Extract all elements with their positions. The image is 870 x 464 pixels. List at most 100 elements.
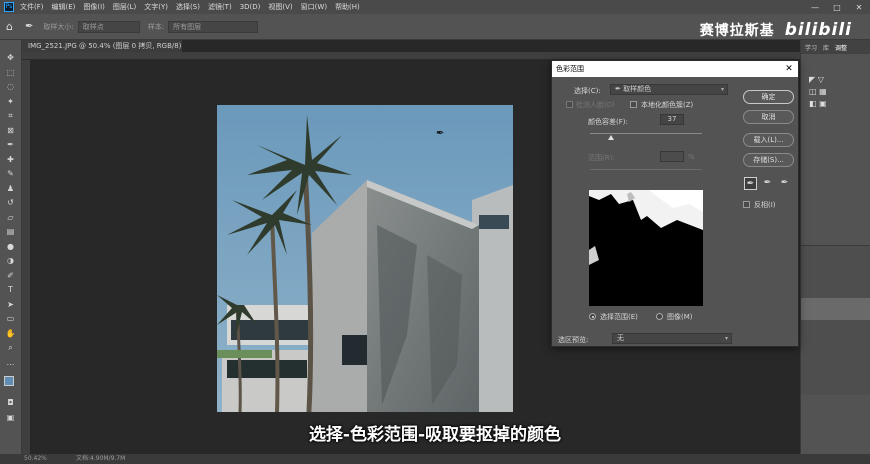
localized-clusters-checkbox[interactable] <box>630 101 637 108</box>
gradient-tool-icon[interactable]: ▤ <box>4 226 18 239</box>
fuzziness-slider-thumb[interactable] <box>608 135 614 140</box>
menu-select[interactable]: 选择(S) <box>176 2 200 12</box>
eyedropper-plus-icon[interactable]: ✒ <box>761 177 774 190</box>
eyedropper-minus-icon[interactable]: ✒ <box>778 177 791 190</box>
move-tool-icon[interactable]: ✥ <box>4 52 18 65</box>
lasso-tool-icon[interactable]: ◌ <box>4 81 18 94</box>
menu-type[interactable]: 文字(Y) <box>144 2 168 12</box>
invert-label: 反相(I) <box>754 201 776 209</box>
invert-checkbox[interactable] <box>743 201 750 208</box>
magic-wand-tool-icon[interactable]: ✦ <box>4 96 18 109</box>
eyedropper-tool-icon[interactable]: ✒ <box>25 21 33 32</box>
close-icon[interactable]: ✕ <box>780 61 798 77</box>
dodge-tool-icon[interactable]: ◑ <box>4 255 18 268</box>
zoom-level[interactable]: 50.42% <box>24 454 47 464</box>
load-button[interactable]: 载入(L)... <box>743 133 794 147</box>
panel-tabs: 学习 库 调整 <box>801 40 870 54</box>
fuzziness-slider-track[interactable] <box>590 133 702 134</box>
menu-3d[interactable]: 3D(D) <box>240 3 261 11</box>
clone-stamp-icon[interactable]: ♟ <box>4 183 18 196</box>
maximize-button[interactable]: □ <box>826 3 848 12</box>
more-tools-icon[interactable]: … <box>4 357 18 370</box>
save-button[interactable]: 存储(S)... <box>743 153 794 167</box>
home-icon[interactable]: ⌂ <box>6 20 13 33</box>
preview-dropdown[interactable]: 无 ▾ <box>612 333 732 344</box>
close-window-button[interactable]: ✕ <box>848 3 870 12</box>
path-selection-icon[interactable]: ➤ <box>4 299 18 312</box>
horizontal-ruler <box>22 52 800 60</box>
localized-clusters-label: 本地化颜色簇(Z) <box>641 101 694 109</box>
rectangle-tool-icon[interactable]: ▭ <box>4 313 18 326</box>
zoom-tool-icon[interactable]: ⌕ <box>4 342 18 355</box>
eyedropper-icon[interactable]: ✒ <box>744 177 757 190</box>
levels-icon[interactable]: ◤ ▽ <box>809 75 824 84</box>
document-tab[interactable]: IMG_2521.JPG @ 50.4% (图层 0 拷贝, RGB/8) * <box>22 40 182 62</box>
bilibili-logo: bilibili <box>784 20 852 40</box>
window-controls: — □ ✕ <box>804 3 870 12</box>
sample-eyedropper-icon: ✒ <box>615 85 624 93</box>
range-unit: % <box>688 153 695 161</box>
eyedropper-icon[interactable]: ✒ <box>4 139 18 152</box>
layers-panel <box>801 245 870 395</box>
image-radio[interactable] <box>656 313 663 320</box>
preview-value: 无 <box>617 334 624 342</box>
frame-tool-icon[interactable]: ⊠ <box>4 125 18 138</box>
sample-size-label: 取样大小: <box>43 22 74 31</box>
dialog-titlebar: 色彩范围 ✕ <box>552 61 798 77</box>
invert-icon[interactable]: ◧ ▣ <box>809 99 827 108</box>
watermark-author: 赛博拉斯基 <box>699 23 775 39</box>
crop-tool-icon[interactable]: ⌗ <box>4 110 18 123</box>
menu-image[interactable]: 图像(I) <box>83 2 105 12</box>
tab-adjustments[interactable]: 调整 <box>835 43 847 52</box>
selection-radio[interactable] <box>589 313 596 320</box>
selection-preview <box>589 190 703 306</box>
menu-filter[interactable]: 滤镜(T) <box>208 2 232 12</box>
canvas-image[interactable] <box>217 105 513 412</box>
select-dropdown[interactable]: ✒ 取样颜色 ▾ <box>610 84 728 95</box>
hand-tool-icon[interactable]: ✋ <box>4 328 18 341</box>
healing-brush-icon[interactable]: ✚ <box>4 154 18 167</box>
marquee-tool-icon[interactable]: ⬚ <box>4 67 18 80</box>
color-range-dialog: 色彩范围 ✕ 选择(C): ✒ 取样颜色 ▾ 检测人脸(D) 本地化颜色簇(Z) … <box>551 60 799 347</box>
select-label: 选择(C): <box>574 87 601 95</box>
sample-size-select[interactable]: 取样点 <box>77 20 140 33</box>
chevron-down-icon: ▾ <box>720 86 724 93</box>
fuzziness-input[interactable]: 37 <box>660 114 684 125</box>
tab-learn[interactable]: 学习 <box>805 43 817 52</box>
type-tool-icon[interactable]: T <box>4 284 18 297</box>
menu-edit[interactable]: 编辑(E) <box>52 2 76 12</box>
quick-mask-icon[interactable]: ◘ <box>4 397 18 410</box>
video-subtitle: 选择-色彩范围-吸取要抠掉的颜色 <box>308 425 562 445</box>
menu-file[interactable]: 文件(F) <box>20 2 44 12</box>
ok-button[interactable]: 确定 <box>743 90 794 104</box>
tools-panel: ✥ ⬚ ◌ ✦ ⌗ ⊠ ✒ ✚ ✎ ♟ ↺ ▱ ▤ ● ◑ ✐ T ➤ ▭ ✋ … <box>0 40 22 454</box>
adjustments-icons: ◤ ▽ ◫ ▦ ◧ ▣ <box>809 74 839 110</box>
range-input[interactable] <box>660 151 684 162</box>
tab-libraries[interactable]: 库 <box>823 43 829 52</box>
fuzziness-label: 颜色容差(F): <box>588 118 628 126</box>
dialog-title: 色彩范围 <box>556 65 584 73</box>
range-slider-track <box>590 169 702 170</box>
color-swatches[interactable] <box>3 375 19 391</box>
brush-tool-icon[interactable]: ✎ <box>4 168 18 181</box>
detect-faces-label: 检测人脸(D) <box>576 101 615 109</box>
sample-select[interactable]: 所有图层 <box>168 20 259 33</box>
cancel-button[interactable]: 取消 <box>743 110 794 124</box>
sample-label: 样本: <box>147 22 165 31</box>
menu-view[interactable]: 视图(V) <box>268 2 292 12</box>
menu-layer[interactable]: 图层(L) <box>113 2 136 12</box>
menu-window[interactable]: 窗口(W) <box>301 2 327 12</box>
eraser-tool-icon[interactable]: ▱ <box>4 212 18 225</box>
blur-tool-icon[interactable]: ● <box>4 241 18 254</box>
layer-row-selected[interactable] <box>801 298 870 320</box>
color-balance-icon[interactable]: ◫ ▦ <box>809 87 827 96</box>
menu-help[interactable]: 帮助(H) <box>335 2 360 12</box>
minimize-button[interactable]: — <box>804 3 826 12</box>
history-brush-icon[interactable]: ↺ <box>4 197 18 210</box>
eyedropper-cursor-icon: ✒ <box>436 128 445 139</box>
select-value: 取样颜色 <box>623 85 652 93</box>
detect-faces-checkbox[interactable] <box>566 101 573 108</box>
chevron-down-icon: ▾ <box>724 335 728 342</box>
pen-tool-icon[interactable]: ✐ <box>4 270 18 283</box>
photoshop-logo: Ps <box>4 2 14 12</box>
